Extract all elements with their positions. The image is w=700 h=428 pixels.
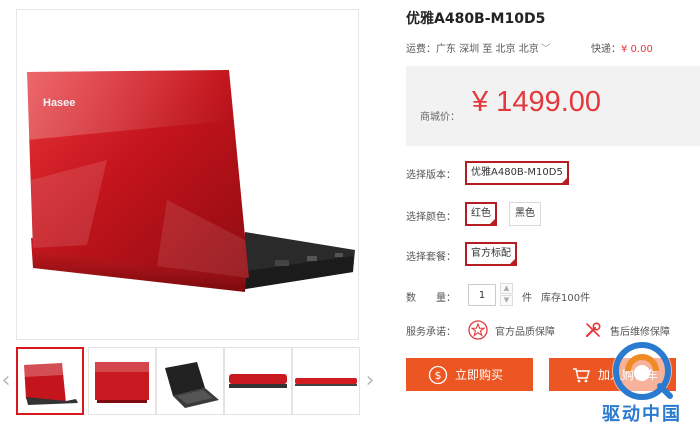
shipping-route[interactable]: 广东 深圳 至 北京 北京 — [436, 44, 539, 55]
quantity-label: 数 量： — [406, 293, 456, 304]
express-info: 快递：¥ 0.00 — [591, 40, 653, 55]
thumb-laptop-image — [95, 362, 149, 403]
promise-quality-text: 官方品质保障 — [495, 326, 555, 338]
wrench-icon — [585, 322, 601, 338]
watermark-logo-icon — [612, 341, 673, 401]
dollar-icon: $ — [428, 365, 448, 384]
shipping-row: 运费：广东 深圳 至 北京 北京 ﹀ 快递：¥ 0.00 — [406, 40, 700, 56]
option-version-a480b[interactable]: 优雅A480B-M10D5 — [465, 161, 569, 185]
thumb-prev-arrow-icon[interactable]: ‹ — [0, 369, 12, 393]
svg-text:$: $ — [435, 369, 442, 382]
quantity-input[interactable] — [468, 284, 496, 306]
laptop-image: Hasee — [27, 70, 355, 292]
thumbnail-1[interactable] — [16, 347, 84, 415]
thumb-laptop-image — [165, 362, 219, 408]
price-value: ¥ 1499.00 — [472, 86, 602, 118]
chevron-down-icon[interactable]: ﹀ — [541, 44, 551, 55]
thumbnail-5[interactable] — [292, 347, 360, 415]
quantity-unit: 件 — [522, 293, 532, 304]
thumb-laptop-image — [24, 363, 78, 405]
quantity-decrease-icon[interactable]: ▼ — [500, 295, 513, 306]
option-package-official[interactable]: 官方标配 — [465, 242, 517, 266]
stock-count: 库存100件 — [541, 293, 591, 304]
thumbnail-3[interactable] — [156, 347, 224, 415]
promise-repair-text: 售后维修保障 — [610, 326, 670, 338]
express-fee: ¥ 0.00 — [621, 44, 653, 55]
package-label: 选择套餐： — [406, 252, 456, 263]
option-color-black[interactable]: 黑色 — [509, 202, 541, 226]
promise-quality: 官方品质保障 — [468, 318, 555, 342]
thumb-laptop-image — [229, 374, 287, 388]
main-product-image[interactable]: Hasee — [16, 9, 359, 340]
express-label: 快递： — [591, 44, 621, 55]
color-label: 选择颜色： — [406, 212, 456, 223]
price-box: 商城价： ¥ 1499.00 — [406, 66, 700, 146]
buy-now-label: 立即购买 — [455, 368, 504, 382]
site-watermark: 驱动中国 — [584, 338, 700, 428]
star-badge-icon — [468, 320, 488, 340]
quantity-increase-icon[interactable]: ▲ — [500, 283, 513, 294]
thumbnail-2[interactable] — [88, 347, 156, 415]
shipping-label: 运费： — [406, 44, 436, 55]
buy-now-button[interactable]: $ 立即购买 — [406, 358, 533, 391]
version-label: 选择版本： — [406, 170, 456, 181]
option-color-red[interactable]: 红色 — [465, 202, 497, 226]
watermark-text: 驱动中国 — [602, 404, 682, 425]
promise-label: 服务承诺： — [406, 327, 456, 338]
laptop-logo-text: Hasee — [43, 97, 75, 109]
product-title: 优雅A480B-M10D5 — [406, 11, 546, 27]
thumbnail-strip: ‹ › — [0, 347, 380, 417]
thumbnail-4[interactable] — [224, 347, 292, 415]
price-label: 商城价： — [420, 112, 460, 123]
thumb-next-arrow-icon[interactable]: › — [364, 369, 376, 393]
thumb-laptop-image — [295, 378, 357, 386]
